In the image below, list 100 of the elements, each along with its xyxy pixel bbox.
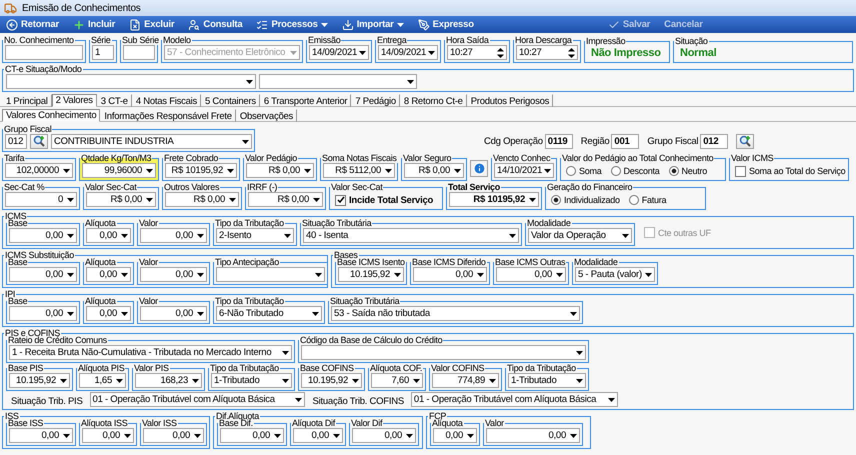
input-field[interactable]: 001 <box>611 134 640 149</box>
caret-icon <box>227 168 234 172</box>
dropdown-field[interactable]: 0,00 <box>9 306 77 321</box>
radio-button[interactable] <box>566 166 576 176</box>
input-field[interactable]: 0119 <box>544 134 573 149</box>
radio-button[interactable] <box>610 166 621 176</box>
spin-arrows-icon[interactable] <box>568 46 575 58</box>
dropdown-field[interactable]: 10.195,92 <box>338 267 404 282</box>
input-field[interactable]: 012 <box>5 134 27 149</box>
dropdown-field[interactable]: 0,00 <box>433 428 477 443</box>
dropdown-field[interactable]: R$ 0,00 <box>404 163 464 178</box>
tab[interactable]: Produtos Perigosos <box>466 94 554 107</box>
dropdown-field[interactable]: 10.195,92 <box>301 373 362 388</box>
dropdown-field[interactable]: 53 - Saída não tributada <box>331 306 580 321</box>
dropdown-field[interactable]: 0,00 <box>140 228 207 243</box>
dropdown-field[interactable]: 0 <box>5 192 77 207</box>
dropdown-field[interactable]: 0,00 <box>82 428 134 443</box>
dropdown-field[interactable] <box>301 345 586 360</box>
lookup-button[interactable] <box>736 134 754 149</box>
tab[interactable]: 2 Valores <box>52 94 97 107</box>
status-text: Normal <box>679 46 718 60</box>
radio-button[interactable] <box>628 195 639 205</box>
tab[interactable]: 3 CT-e <box>96 94 132 107</box>
dropdown-field[interactable]: 14/09/2021 <box>378 45 438 60</box>
checkbox[interactable] <box>735 166 746 176</box>
tab[interactable]: 6 Transporte Anterior <box>260 94 352 107</box>
dropdown-field[interactable]: 0,00 <box>220 428 284 443</box>
toolbar-button[interactable]: Consulta <box>186 16 244 32</box>
toolbar-button[interactable]: Importar <box>340 16 406 32</box>
dropdown-field[interactable]: R$ 10195,92 <box>449 192 539 207</box>
dropdown-field[interactable]: 1,65 <box>79 373 126 388</box>
dropdown-field[interactable]: 6-Não Tributado <box>216 306 322 321</box>
dropdown-field[interactable]: 1-Tributado <box>508 373 586 388</box>
toolbar-button[interactable]: Incluir <box>71 16 118 32</box>
tab[interactable]: Observações <box>236 109 298 122</box>
tab[interactable]: Valores Conhecimento <box>2 109 100 122</box>
dropdown-field[interactable]: 7,60 <box>371 373 423 388</box>
dropdown-field[interactable]: 102,00000 <box>5 163 73 178</box>
dropdown-field[interactable]: 14/09/2021 <box>309 45 369 60</box>
dropdown-field[interactable]: 1 - Receita Bruta Não-Cumulativa - Tributada no Mercado Interno <box>9 345 292 360</box>
input-field[interactable] <box>5 45 83 60</box>
radio-button[interactable] <box>551 195 561 205</box>
caret-icon <box>313 198 320 202</box>
dropdown-field[interactable]: R$ 0,00 <box>86 192 156 207</box>
dropdown-field[interactable]: 0,00 <box>86 306 131 321</box>
dropdown-field[interactable]: 0,00 <box>9 267 77 282</box>
dropdown-field[interactable]: 01 - Operação Tributável com Alíquota Básica <box>410 392 618 407</box>
dropdown-field[interactable]: R$ 0,00 <box>248 192 323 207</box>
toolbar-button[interactable]: Excluir <box>127 16 176 32</box>
tab[interactable]: 4 Notas Fiscais <box>132 94 201 107</box>
tab[interactable]: 5 Containers <box>201 94 260 107</box>
dropdown-field[interactable] <box>216 267 325 282</box>
dropdown-field[interactable]: 01 - Operação Tributável com Alíquota Básica <box>90 392 305 407</box>
dropdown-field[interactable]: CONTRIBUINTE INDUSTRIA <box>51 134 252 149</box>
dropdown-field[interactable]: 0,00 <box>140 306 207 321</box>
dropdown-field[interactable]: 40 - Isenta <box>303 228 519 243</box>
dropdown-field[interactable]: 99,96000 <box>82 163 156 178</box>
dropdown-field[interactable]: R$ 0,00 <box>246 163 314 178</box>
dropdown-field[interactable]: 0,00 <box>86 228 131 243</box>
dropdown-field[interactable]: 0,00 <box>9 228 77 243</box>
dropdown-field[interactable]: 0,00 <box>9 428 73 443</box>
dropdown-field[interactable]: 1-Tributado <box>211 373 292 388</box>
dropdown-field[interactable]: 0,00 <box>413 267 487 282</box>
tab[interactable]: 8 Retorno Ct-e <box>400 94 467 107</box>
input-field[interactable]: 1 <box>92 45 114 60</box>
dropdown-field[interactable]: 5 - Pauta (valor) <box>575 267 655 282</box>
dropdown-field[interactable]: R$ 5112,00 <box>323 163 395 178</box>
dropdown-field[interactable]: 0,00 <box>143 428 204 443</box>
input-field[interactable] <box>123 45 155 60</box>
dropdown-field[interactable]: R$ 0,00 <box>165 192 239 207</box>
dropdown-field[interactable]: 774,89 <box>432 373 499 388</box>
lookup-button[interactable] <box>30 134 48 149</box>
tab[interactable]: 7 Pedágio <box>351 94 400 107</box>
dropdown-field[interactable]: 14/10/2021 <box>494 163 554 178</box>
dropdown-field[interactable] <box>259 74 417 89</box>
dropdown-field[interactable]: 0,00 <box>496 267 566 282</box>
dropdown-field[interactable]: R$ 10195,92 <box>165 163 237 178</box>
toolbar-button[interactable]: Expresso <box>416 16 476 32</box>
info-button[interactable] <box>470 160 488 177</box>
spin-arrows-icon[interactable] <box>497 46 504 58</box>
toolbar-button[interactable]: Retornar <box>4 16 61 32</box>
dropdown-field[interactable]: 0,00 <box>293 428 343 443</box>
dropdown-field[interactable]: Valor da Operação <box>528 228 632 243</box>
dropdown-field[interactable] <box>6 74 256 89</box>
caret-icon <box>608 398 615 402</box>
radio-button[interactable] <box>668 166 679 176</box>
checkbox[interactable] <box>335 194 346 206</box>
dropdown-field[interactable]: 0,00 <box>352 428 416 443</box>
toolbar-button[interactable]: Processos <box>254 16 330 32</box>
dropdown-field[interactable]: 0,00 <box>486 428 580 443</box>
dropdown-field[interactable]: 0,00 <box>86 267 131 282</box>
dropdown-field[interactable]: 168,23 <box>135 373 202 388</box>
dropdown-field[interactable]: 2-Isento <box>216 228 294 243</box>
time-field[interactable]: 10:27 <box>516 45 578 60</box>
dropdown-field[interactable]: 0,00 <box>140 267 207 282</box>
input-field[interactable]: 012 <box>700 134 728 149</box>
dropdown-field[interactable]: 10.195,92 <box>9 373 70 388</box>
time-field[interactable]: 10:27 <box>447 45 507 60</box>
tab[interactable]: Informações Responsável Frete <box>100 109 236 122</box>
field-label: Valor <box>138 258 159 267</box>
